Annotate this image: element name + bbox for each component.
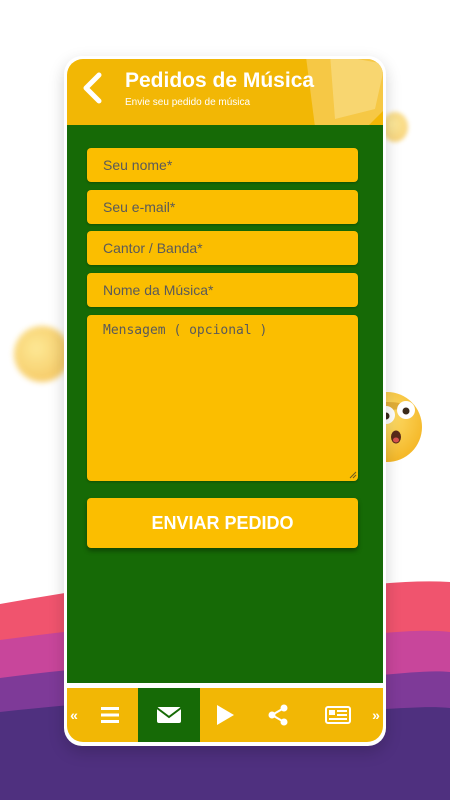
artist-input[interactable] (87, 231, 358, 265)
page-subtitle: Envie seu pedido de música (125, 97, 251, 108)
bottom-nav: « » (67, 688, 383, 742)
nav-news[interactable] (306, 688, 369, 742)
envelope-icon (156, 707, 182, 723)
play-icon (217, 705, 234, 725)
nav-next-arrow-label: » (372, 707, 380, 723)
nav-next-arrow[interactable]: » (369, 688, 383, 742)
request-form: ENVIAR PEDIDO (67, 125, 383, 683)
song-name-input[interactable] (87, 273, 358, 307)
nav-requests[interactable] (138, 688, 200, 742)
app-header: Pedidos de Música Envie seu pedido de mú… (67, 59, 383, 125)
share-icon (268, 704, 288, 726)
message-textarea[interactable] (87, 315, 358, 481)
nav-prev-arrow[interactable]: « (67, 688, 81, 742)
app-screen: Pedidos de Música Envie seu pedido de mú… (0, 0, 450, 800)
nav-menu[interactable] (81, 688, 138, 742)
phone-frame: Pedidos de Música Envie seu pedido de mú… (64, 56, 386, 746)
page-title: Pedidos de Música (125, 69, 315, 92)
menu-icon (100, 707, 119, 723)
send-request-button[interactable]: ENVIAR PEDIDO (87, 498, 358, 548)
email-input[interactable] (87, 190, 358, 224)
resize-grip-icon[interactable] (349, 471, 357, 479)
nav-prev-arrow-label: « (70, 707, 78, 723)
nav-play[interactable] (200, 688, 250, 742)
back-arrow-icon[interactable] (79, 71, 107, 105)
nav-share[interactable] (250, 688, 306, 742)
name-input[interactable] (87, 148, 358, 182)
blurred-emoji-left (14, 326, 70, 382)
news-icon (324, 706, 351, 724)
